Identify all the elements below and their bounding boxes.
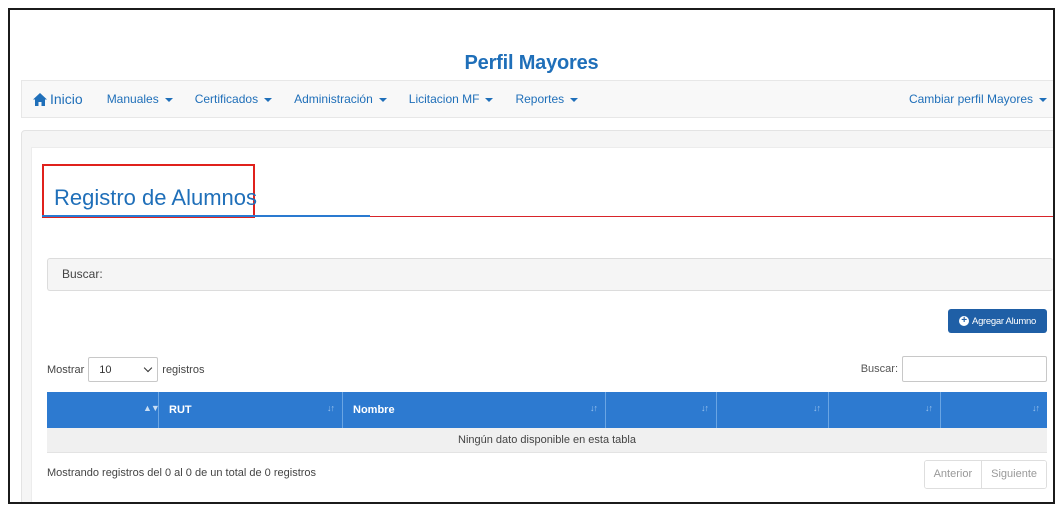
length-suffix: registros bbox=[162, 363, 205, 376]
nav-administracion[interactable]: Administración bbox=[294, 92, 387, 106]
site-title: Perfil Mayores bbox=[464, 52, 599, 74]
nav-licitacion[interactable]: Licitacion MF bbox=[409, 92, 494, 106]
pagination-next[interactable]: Siguiente bbox=[981, 461, 1046, 488]
browser-frame: Perfil Mayores Inicio Manuales Certifica… bbox=[8, 8, 1055, 504]
column-nombre-label: Nombre bbox=[353, 404, 395, 416]
sort-icon: ↓↑ bbox=[1032, 403, 1040, 413]
sort-icon: ↓↑ bbox=[327, 403, 335, 413]
length-value: 10 bbox=[99, 363, 112, 376]
title-underline-red bbox=[370, 216, 1053, 217]
page-title: Registro de Alumnos bbox=[42, 164, 257, 218]
nav-change-profile-label: Cambiar perfil Mayores bbox=[908, 92, 1033, 106]
caret-down-icon bbox=[1039, 98, 1047, 102]
sort-icon: ↓↑ bbox=[813, 403, 821, 413]
column-header-nombre[interactable]: Nombre ↓↑ bbox=[343, 392, 606, 428]
length-control: Mostrar 10 registros bbox=[47, 357, 204, 382]
pagination: Anterior Siguiente bbox=[923, 460, 1047, 489]
table-empty-row: Ningún dato disponible en esta tabla bbox=[47, 428, 1047, 453]
nav-home[interactable]: Inicio bbox=[33, 91, 83, 107]
sort-icon: ↓↑ bbox=[701, 403, 709, 413]
nav-administracion-label: Administración bbox=[294, 92, 373, 106]
nav-change-profile[interactable]: Cambiar perfil Mayores bbox=[909, 92, 1047, 106]
search-panel[interactable]: Buscar: bbox=[47, 258, 1053, 291]
chevron-down-icon bbox=[144, 363, 153, 372]
nav-licitacion-label: Licitacion MF bbox=[408, 92, 480, 106]
sort-icon: ↓↑ bbox=[925, 403, 933, 413]
add-student-button[interactable]: + Agregar Alumno bbox=[948, 309, 1047, 333]
title-underline-blue bbox=[42, 215, 370, 217]
sort-asc-icon: ▲▼ bbox=[143, 403, 160, 413]
column-header-3[interactable]: ↓↑ bbox=[606, 392, 717, 428]
column-header-4[interactable]: ↓↑ bbox=[717, 392, 829, 428]
filter-input[interactable] bbox=[902, 356, 1047, 382]
column-rut-label: RUT bbox=[169, 404, 192, 416]
add-student-label: Agregar Alumno bbox=[972, 315, 1036, 327]
caret-down-icon bbox=[264, 98, 273, 102]
plus-circle-icon: + bbox=[959, 316, 970, 326]
length-prefix: Mostrar bbox=[47, 363, 85, 376]
nav-manuales[interactable]: Manuales bbox=[107, 92, 173, 106]
students-table: ▲▼ RUT ↓↑ Nombre ↓↑ ↓↑ ↓↑ ↓↑ ↓↑ Ningún d… bbox=[47, 392, 1047, 453]
length-select[interactable]: 10 bbox=[88, 357, 159, 382]
sort-icon: ↓↑ bbox=[590, 403, 598, 413]
caret-down-icon bbox=[164, 98, 173, 102]
column-header-rut[interactable]: RUT ↓↑ bbox=[159, 392, 343, 428]
caret-down-icon bbox=[378, 98, 387, 102]
home-icon bbox=[33, 92, 47, 106]
nav-reportes[interactable]: Reportes bbox=[515, 92, 579, 106]
column-header-select[interactable]: ▲▼ bbox=[47, 392, 160, 428]
filter-label: Buscar: bbox=[860, 363, 898, 375]
navbar: Inicio Manuales Certificados Administrac… bbox=[21, 80, 1053, 118]
search-panel-label: Buscar: bbox=[62, 267, 103, 281]
nav-certificados[interactable]: Certificados bbox=[194, 92, 273, 106]
table-filter: Buscar: bbox=[861, 356, 1047, 382]
column-header-5[interactable]: ↓↑ bbox=[829, 392, 941, 428]
table-header: ▲▼ RUT ↓↑ Nombre ↓↑ ↓↑ ↓↑ ↓↑ ↓↑ bbox=[47, 392, 1047, 428]
nav-home-label: Inicio bbox=[50, 91, 83, 107]
caret-down-icon bbox=[570, 98, 579, 102]
nav-reportes-label: Reportes bbox=[515, 92, 565, 106]
nav-certificados-label: Certificados bbox=[194, 92, 259, 106]
nav-manuales-label: Manuales bbox=[106, 92, 159, 106]
table-info: Mostrando registros del 0 al 0 de un tot… bbox=[47, 467, 317, 479]
caret-down-icon bbox=[485, 98, 494, 102]
pagination-previous[interactable]: Anterior bbox=[924, 461, 982, 488]
column-header-6[interactable]: ↓↑ bbox=[941, 392, 1047, 428]
